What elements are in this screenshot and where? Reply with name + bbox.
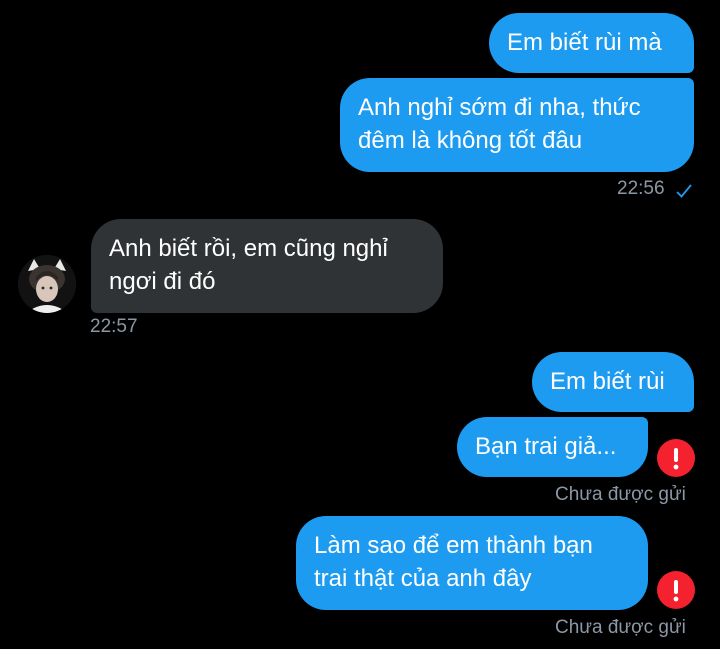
message-line: Anh biết rồi, em cũng nghỉ	[109, 235, 388, 262]
message-bubble-received[interactable]: Anh biết rồi, em cũng nghỉ ngơi đi đó	[91, 219, 443, 313]
check-icon	[676, 183, 692, 204]
message-line: đêm là không tốt đâu	[358, 127, 583, 154]
message-status: Chưa được gửi	[555, 617, 686, 638]
message-bubble-sent[interactable]: Làm sao để em thành bạn trai thật của an…	[296, 516, 648, 610]
message-bubble-sent[interactable]: Em biết rùi	[532, 352, 694, 412]
message-status: Chưa được gửi	[555, 484, 686, 505]
message-timestamp: 22:57	[90, 316, 138, 337]
message-bubble-sent[interactable]: Em biết rùi mà	[489, 13, 694, 73]
message-text: Bạn trai giả...	[475, 433, 617, 460]
message-line: ngơi đi đó	[109, 268, 216, 295]
message-line: trai thật của anh đây	[314, 565, 532, 592]
message-timestamp: 22:56	[617, 178, 665, 199]
message-bubble-sent[interactable]: Anh nghỉ sớm đi nha, thức đêm là không t…	[340, 78, 694, 172]
message-line: Làm sao để em thành bạn	[314, 532, 593, 559]
error-icon[interactable]	[657, 439, 695, 477]
message-line: Anh nghỉ sớm đi nha, thức	[358, 94, 641, 121]
message-text: Em biết rùi mà	[507, 29, 662, 56]
avatar[interactable]	[18, 255, 76, 313]
message-bubble-sent[interactable]: Bạn trai giả...	[457, 417, 648, 477]
error-icon[interactable]	[657, 571, 695, 609]
message-text: Em biết rùi	[550, 368, 665, 395]
